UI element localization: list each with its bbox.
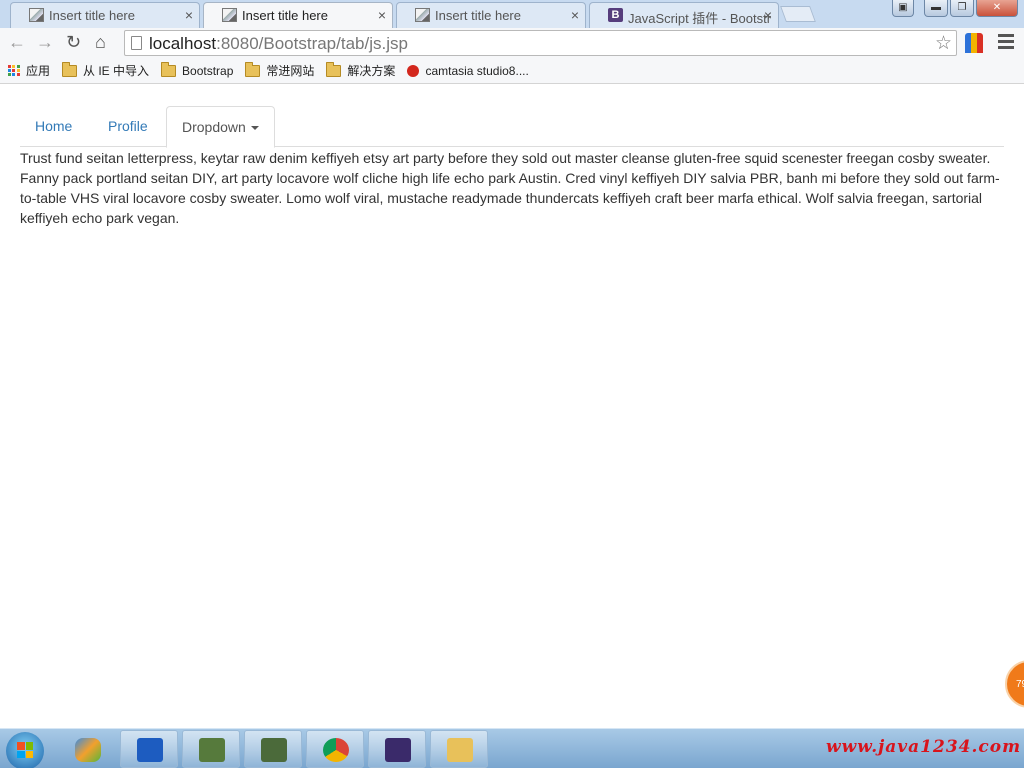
taskbar-eclipse[interactable] — [368, 730, 426, 768]
window-controls: ▣ ▬ ❐ ✕ — [892, 0, 1018, 18]
bootstrap-favicon-icon: B — [608, 8, 623, 22]
address-bar[interactable]: localhost:8080/Bootstrap/tab/js.jsp ☆ — [124, 30, 957, 56]
url-text: localhost:8080/Bootstrap/tab/js.jsp — [149, 34, 408, 54]
close-tab-icon[interactable]: × — [764, 7, 772, 23]
browser-tab-3[interactable]: Insert title here × — [396, 2, 586, 28]
browser-tab-title: Insert title here — [49, 8, 135, 23]
taskbar-app-4[interactable] — [244, 730, 302, 768]
page-favicon-icon — [29, 8, 44, 22]
taskbar-word[interactable] — [120, 730, 178, 768]
eclipse-icon — [385, 738, 411, 762]
url-path: :8080/Bootstrap/tab/js.jsp — [216, 34, 408, 53]
browser-tab-title: JavaScript 插件 - Bootstr — [628, 11, 772, 26]
tab-pane-text: Trust fund seitan letterpress, keytar ra… — [20, 150, 1000, 226]
bookmark-label: 应用 — [26, 64, 51, 78]
taskbar-chrome[interactable] — [306, 730, 364, 768]
browser-tab-1[interactable]: Insert title here × — [10, 2, 200, 28]
windows-logo-icon — [17, 742, 33, 758]
app-icon — [75, 738, 101, 762]
watermark-text: www.java1234.com — [826, 737, 1022, 757]
menu-icon[interactable] — [998, 34, 1014, 52]
taskbar-explorer[interactable] — [430, 730, 488, 768]
page-viewport: Home Profile Dropdown Trust fund seitan … — [0, 85, 1024, 728]
tab-profile[interactable]: Profile — [93, 106, 163, 147]
browser-tab-strip: Insert title here × Insert title here × … — [0, 0, 1024, 29]
chrome-icon — [323, 738, 349, 762]
minimize-icon[interactable]: ▬ — [924, 0, 948, 17]
start-button[interactable] — [6, 732, 44, 768]
bookmark-ie-import[interactable]: 从 IE 中导入 — [62, 61, 150, 79]
new-tab-button[interactable] — [780, 6, 816, 22]
browser-tab-2[interactable]: Insert title here × — [203, 2, 393, 29]
bookmarks-bar: 应用 从 IE 中导入 Bootstrap 常进网站 解决方案 camtasia… — [0, 58, 1024, 84]
badge-value: 79 — [1016, 679, 1024, 690]
bookmark-label: Bootstrap — [182, 63, 234, 78]
window-close-icon[interactable]: ✕ — [976, 0, 1018, 17]
browser-tab-title: Insert title here — [242, 8, 328, 23]
tab-home[interactable]: Home — [20, 106, 87, 147]
camtasia-icon — [407, 64, 420, 77]
maximize-icon[interactable]: ❐ — [950, 0, 974, 17]
page-favicon-icon — [222, 8, 237, 22]
bootstrap-nav-tabs: Home Profile Dropdown — [20, 106, 1004, 148]
page-icon — [131, 36, 142, 50]
bookmark-label: 解决方案 — [347, 64, 396, 78]
bookmark-star-icon[interactable]: ☆ — [935, 32, 952, 55]
windows-taskbar: www.java1234.com — [0, 728, 1024, 768]
bookmark-bootstrap[interactable]: Bootstrap — [161, 61, 234, 78]
user-icon[interactable]: ▣ — [892, 0, 914, 17]
tab-dropdown-label: Dropdown — [182, 119, 246, 135]
folder-icon — [161, 61, 177, 77]
bookmark-common-sites[interactable]: 常进网站 — [245, 61, 315, 79]
floating-badge[interactable]: 79 — [1005, 660, 1024, 708]
folder-icon — [326, 61, 342, 77]
browser-tab-4[interactable]: B JavaScript 插件 - Bootstr × — [589, 2, 779, 28]
browser-tab-title: Insert title here — [435, 8, 521, 23]
home-icon[interactable]: ⌂ — [95, 32, 106, 53]
bookmark-apps[interactable]: 应用 — [8, 62, 50, 79]
taskbar-app-1[interactable] — [58, 730, 116, 768]
bookmark-solutions[interactable]: 解决方案 — [326, 61, 396, 79]
tab-dropdown[interactable]: Dropdown — [166, 106, 275, 148]
bookmark-label: 从 IE 中导入 — [83, 64, 150, 78]
forward-arrow-icon[interactable]: → — [36, 32, 54, 53]
folder-icon — [62, 61, 78, 77]
app-icon — [199, 738, 225, 762]
taskbar-app-3[interactable] — [182, 730, 240, 768]
page-favicon-icon — [415, 8, 430, 22]
folder-icon — [447, 738, 473, 762]
back-arrow-icon[interactable]: ← — [8, 32, 26, 53]
folder-icon — [245, 61, 261, 77]
bookmark-label: camtasia studio8.... — [425, 63, 529, 78]
bookmark-camtasia[interactable]: camtasia studio8.... — [407, 63, 529, 78]
close-tab-icon[interactable]: × — [185, 7, 193, 23]
apps-grid-icon — [8, 64, 20, 77]
reload-icon[interactable]: ↻ — [66, 32, 81, 53]
url-host: localhost — [149, 34, 217, 53]
browser-toolbar: ← → ↻ ⌂ localhost:8080/Bootstrap/tab/js.… — [0, 28, 1024, 58]
bookmark-label: 常进网站 — [266, 64, 315, 78]
close-tab-icon[interactable]: × — [378, 7, 386, 23]
extension-icon[interactable] — [965, 33, 983, 53]
caret-down-icon — [250, 126, 259, 131]
word-icon — [137, 738, 163, 762]
app-icon — [261, 738, 287, 762]
close-tab-icon[interactable]: × — [571, 7, 579, 23]
